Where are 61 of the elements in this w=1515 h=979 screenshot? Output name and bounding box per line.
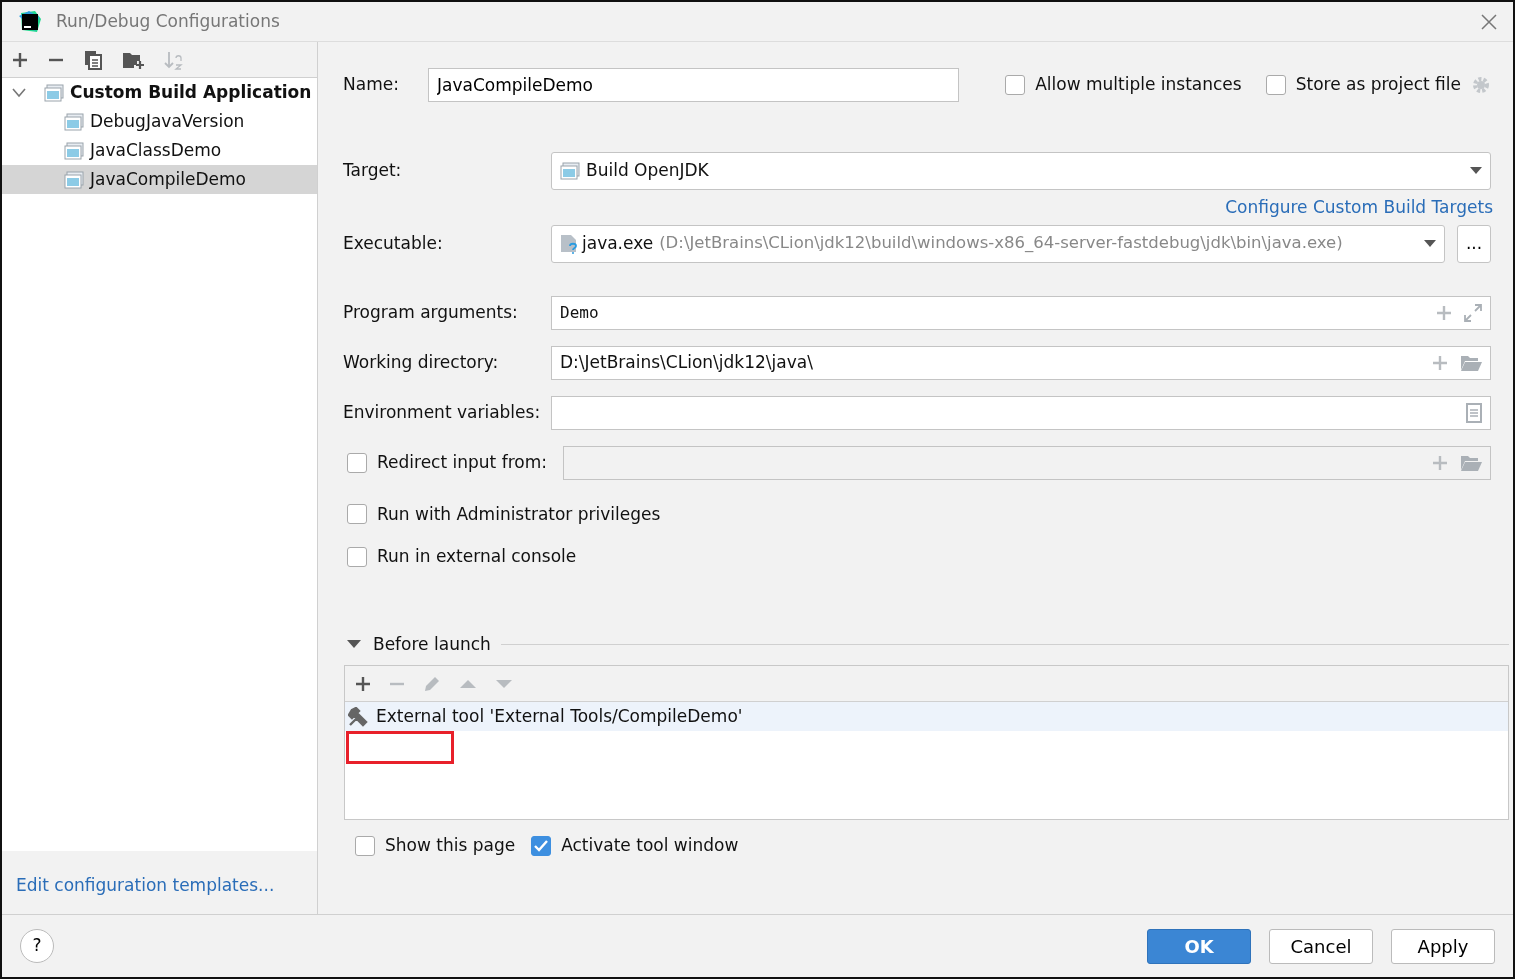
checkbox-label[interactable]: Run with Administrator privileges — [377, 501, 661, 527]
window-icon — [560, 162, 580, 180]
folder-icon — [1460, 454, 1482, 471]
target-dropdown[interactable]: Build OpenJDK — [551, 152, 1491, 190]
tree-item[interactable]: DebugJavaVersion — [2, 107, 317, 136]
expand-icon[interactable] — [1464, 303, 1482, 322]
copy-icon[interactable] — [84, 49, 102, 70]
checkbox-label[interactable]: Store as project file — [1295, 72, 1461, 98]
field-label: Environment variables: — [343, 400, 542, 424]
close-icon[interactable] — [1481, 13, 1497, 30]
section-title: Before launch — [373, 632, 491, 656]
checkbox[interactable] — [1265, 75, 1286, 95]
ok-button[interactable]: OK — [1147, 928, 1251, 964]
window-icon — [64, 170, 84, 189]
field-label: Working directory: — [343, 350, 500, 374]
edit-templates-link[interactable]: Edit configuration templates... — [16, 874, 275, 895]
help-button[interactable]: ? — [20, 929, 54, 963]
document-icon[interactable] — [1466, 402, 1482, 423]
caret-icon — [1424, 239, 1436, 248]
input-field[interactable]: Demo — [551, 295, 1491, 330]
window-icon — [64, 141, 84, 160]
gear-icon[interactable] — [1471, 75, 1491, 95]
collapse-icon[interactable] — [347, 639, 361, 650]
task-item[interactable]: External tool 'External Tools/CompileDemo' — [345, 702, 1508, 731]
window-title: Run/Debug Configurations — [56, 9, 280, 33]
checkbox-label[interactable]: Show this page — [385, 833, 516, 859]
checkbox[interactable] — [531, 835, 552, 856]
window-icon — [44, 83, 64, 102]
checkbox-label[interactable]: Run in external console — [377, 544, 577, 570]
window-icon — [64, 112, 84, 131]
field-label: Executable: — [343, 231, 444, 255]
unknown-file-icon — [560, 233, 578, 254]
folder-icon[interactable] — [1460, 354, 1482, 371]
executable-dropdown[interactable]: java.exe (D:\JetBrains\CLion\jdk12\build\windows-x86_64-server-fastdebug\jdk\bin\java.exe) — [551, 224, 1445, 263]
add-icon[interactable] — [12, 51, 28, 68]
tree-item[interactable]: JavaClassDemo — [2, 136, 317, 165]
field-label: Target: — [343, 159, 403, 183]
checkbox-label[interactable]: Allow multiple instances — [1035, 72, 1242, 98]
checkbox[interactable] — [347, 546, 367, 567]
field-label: Program arguments: — [343, 300, 519, 324]
input-field[interactable] — [551, 395, 1491, 430]
chevron-icon[interactable] — [12, 87, 26, 98]
input-field[interactable]: D:\JetBrains\CLion\jdk12\java\ — [551, 345, 1491, 380]
checkbox-label[interactable]: Activate tool window — [561, 833, 739, 859]
tree-item[interactable]: Custom Build Application — [2, 78, 317, 107]
checkbox-label[interactable]: Redirect input from: — [377, 449, 547, 476]
checkbox[interactable] — [355, 835, 375, 856]
caret-icon — [1470, 167, 1482, 175]
configure-targets-link[interactable]: Configure Custom Build Targets — [1225, 195, 1493, 221]
dialog-button[interactable]: Cancel — [1269, 928, 1373, 964]
new-folder-icon[interactable] — [122, 50, 144, 69]
checkbox[interactable] — [347, 452, 367, 473]
field-label: Name: — [343, 73, 400, 97]
app-logo — [18, 9, 42, 34]
checkbox[interactable] — [347, 504, 367, 525]
dialog-button[interactable]: Apply — [1391, 928, 1495, 964]
tools-icon — [348, 706, 370, 727]
checkbox[interactable] — [1005, 75, 1026, 95]
tree-item[interactable]: JavaCompileDemo — [2, 165, 317, 194]
browse-button[interactable]: ... — [1457, 224, 1491, 263]
add-icon[interactable] — [355, 675, 371, 692]
